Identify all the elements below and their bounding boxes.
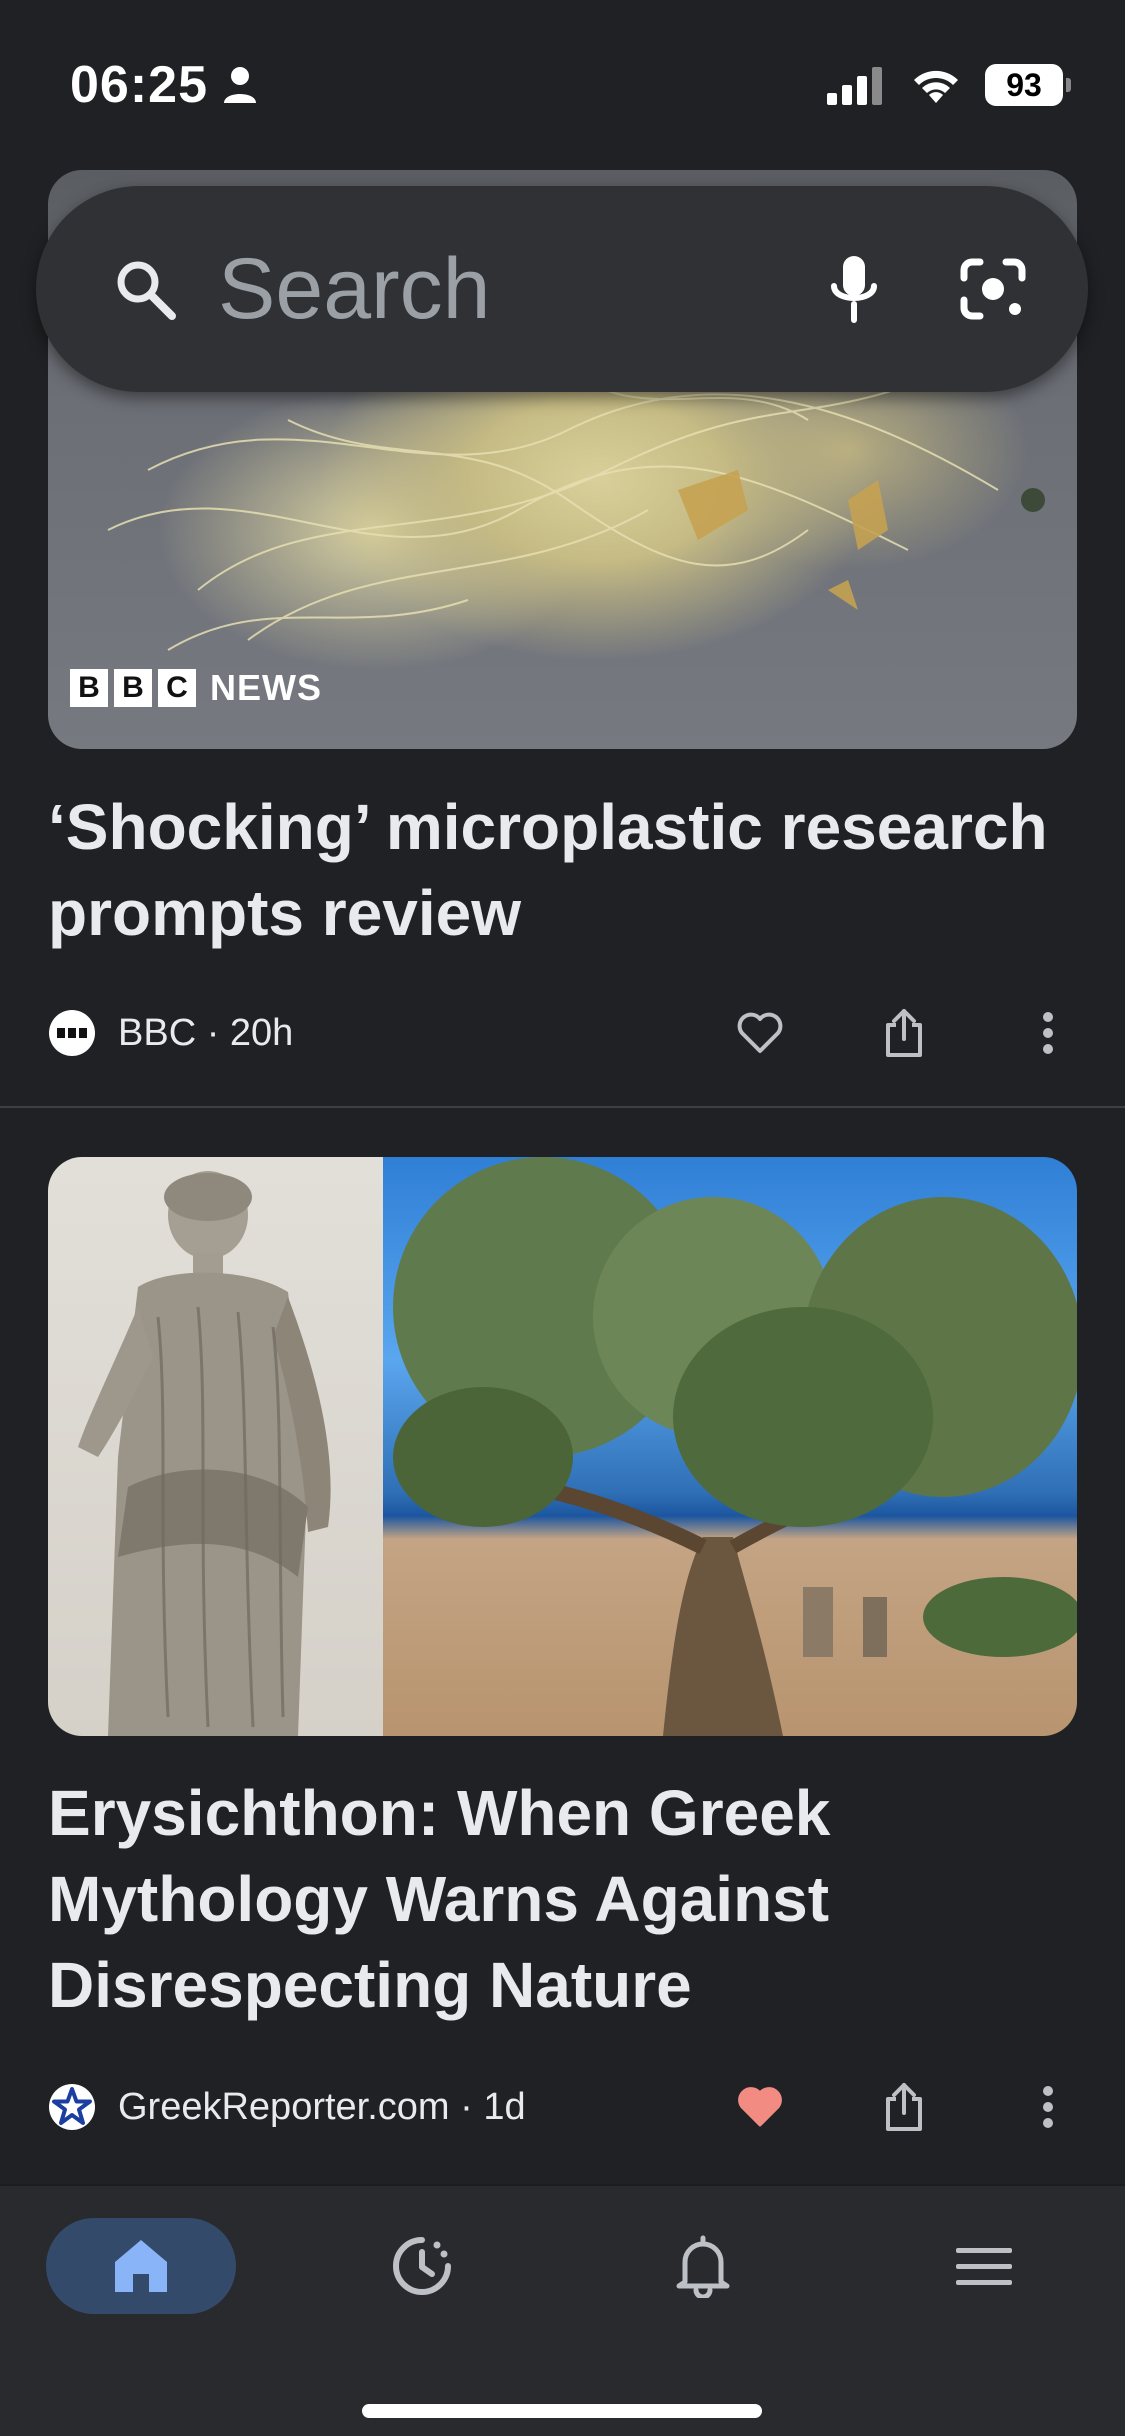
search-input[interactable]: Search: [218, 240, 830, 339]
search-icon: [117, 261, 176, 320]
home-icon: [114, 2240, 167, 2292]
statue-illustration: [78, 1171, 331, 1736]
more-options-button-1[interactable]: [1018, 1003, 1078, 1063]
more-vert-icon: [1043, 1012, 1053, 1054]
nav-home[interactable]: [45, 2218, 236, 2314]
article-image-greek-mythology[interactable]: [48, 1157, 1077, 1736]
nav-menu[interactable]: [889, 2218, 1079, 2314]
share-icon: [886, 1009, 922, 1057]
search-bar[interactable]: Search: [36, 186, 1088, 392]
more-vert-icon: [1043, 2086, 1053, 2128]
statue-photo: [48, 1157, 383, 1736]
olive-tree-photo: [383, 1157, 1077, 1736]
bell-icon: [676, 2235, 730, 2298]
article-headline-1[interactable]: ‘Shocking’ microplastic research prompts…: [48, 784, 1078, 956]
menu-icon: [956, 2248, 1013, 2285]
battery-indicator: 93: [985, 64, 1071, 106]
heart-outline-icon: [737, 1012, 783, 1053]
home-indicator[interactable]: [362, 2404, 762, 2418]
google-lens-camera-icon[interactable]: [958, 256, 1028, 322]
share-button-2[interactable]: [874, 2077, 934, 2137]
wifi-icon: [914, 70, 958, 103]
nav-history[interactable]: [327, 2218, 517, 2314]
bbc-news-label: NEWS: [210, 667, 322, 708]
news-feed-screen: 06:25 93 B B C NEWS Search ‘Shocking’ mi…: [0, 0, 1125, 2436]
like-button-2[interactable]: [730, 2077, 790, 2137]
more-options-button-2[interactable]: [1018, 2077, 1078, 2137]
nav-notifications[interactable]: [608, 2218, 798, 2314]
share-button-1[interactable]: [874, 1003, 934, 1063]
status-bar: 06:25 93: [0, 0, 1125, 170]
heart-filled-icon: [738, 2087, 782, 2127]
bbc-block-3: C: [158, 669, 196, 707]
like-button-1[interactable]: [730, 1003, 790, 1063]
article-source-2[interactable]: GreekReporter.com · 1d: [118, 2086, 526, 2129]
article-meta-2: GreekReporter.com · 1d: [48, 2077, 1078, 2137]
bbc-block-2: B: [114, 669, 152, 707]
feed-divider: [0, 1106, 1125, 1108]
article-meta-1: BBC · 20h: [48, 1003, 1078, 1063]
bbc-news-logo: B B C NEWS: [70, 667, 322, 709]
greekreporter-source-icon: [49, 2084, 95, 2130]
bbc-source-icon: [49, 1010, 95, 1056]
article-source-1[interactable]: BBC · 20h: [118, 1012, 293, 1055]
share-icon: [886, 2083, 922, 2131]
microphone-icon[interactable]: [830, 254, 878, 324]
cellular-signal-icon: [827, 67, 882, 105]
status-time: 06:25: [70, 56, 208, 114]
bottom-navigation: [0, 2184, 1125, 2436]
person-icon: [224, 67, 256, 103]
olive-tree-illustration: [393, 1157, 1077, 1736]
bbc-block-1: B: [70, 669, 108, 707]
article-headline-2[interactable]: Erysichthon: When Greek Mythology Warns …: [48, 1770, 1078, 2028]
battery-level: 93: [1006, 66, 1042, 103]
history-icon: [392, 2237, 451, 2295]
